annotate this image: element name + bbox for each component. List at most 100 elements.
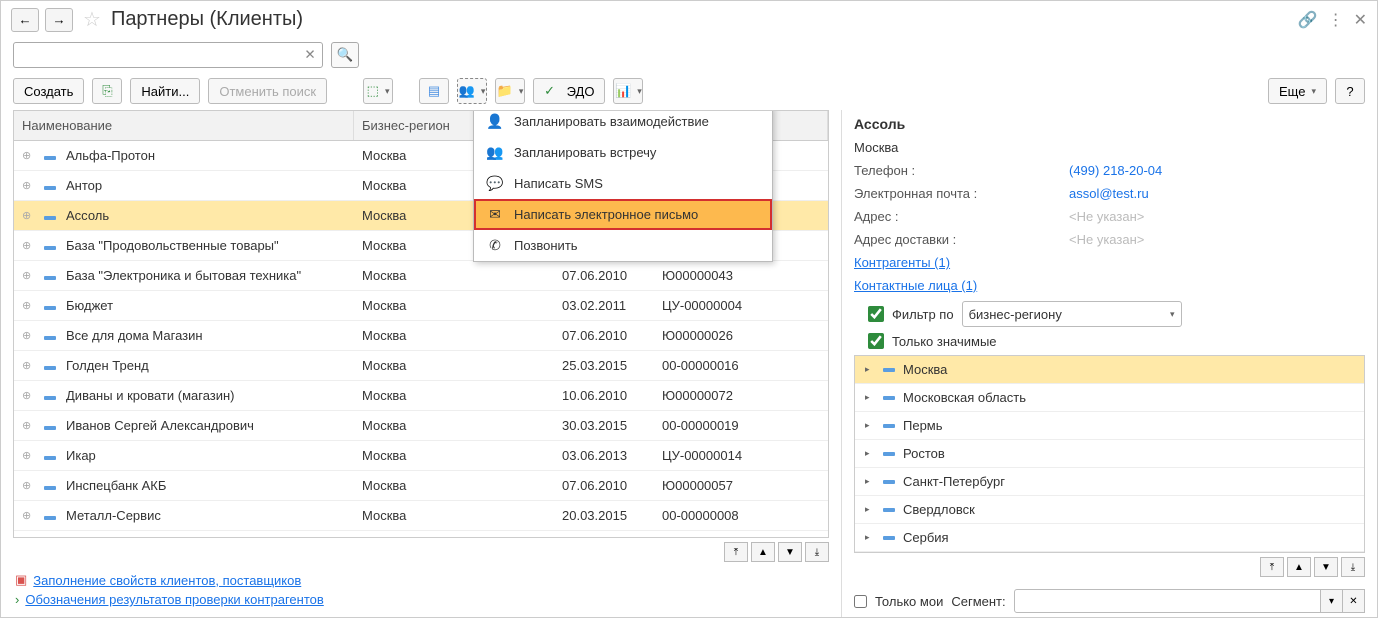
tree-button[interactable]: ⬚ bbox=[363, 78, 393, 104]
contragents-link[interactable]: Контрагенты (1) bbox=[854, 255, 1365, 270]
region-nav-bottom[interactable]: ⤓ bbox=[1341, 557, 1365, 577]
expand-icon[interactable]: ⊕ bbox=[14, 504, 36, 527]
search-button[interactable]: 🔍 bbox=[331, 42, 359, 68]
people-button[interactable]: 👥 bbox=[457, 78, 487, 104]
phone-link[interactable]: (499) 218-20-04 bbox=[1069, 163, 1162, 178]
expand-icon[interactable]: ⊕ bbox=[14, 144, 36, 167]
row-icon bbox=[36, 293, 58, 318]
cancel-search-button[interactable]: Отменить поиск bbox=[208, 78, 327, 104]
table-row[interactable]: ⊕БюджетМосква03.02.2011ЦУ-00000004 bbox=[14, 291, 828, 321]
row-name: Ассоль bbox=[58, 203, 354, 228]
folder-button[interactable]: 📁 bbox=[495, 78, 525, 104]
favorite-icon[interactable]: ☆ bbox=[83, 7, 101, 32]
region-item[interactable]: ▸Московская область bbox=[855, 384, 1364, 412]
menu-plan-interaction[interactable]: 👤 Запланировать взаимодействие bbox=[474, 110, 772, 137]
close-icon[interactable]: ✕ bbox=[1354, 10, 1367, 30]
menu-call[interactable]: ✆ Позвонить bbox=[474, 230, 772, 261]
more-button[interactable]: Еще bbox=[1268, 78, 1327, 104]
help-button[interactable]: ? bbox=[1335, 78, 1365, 104]
clear-search-button[interactable]: ✕ bbox=[301, 46, 319, 64]
edo-button[interactable]: ✓ ЭДО bbox=[533, 78, 605, 104]
contacts-link[interactable]: Контактные лица (1) bbox=[854, 278, 1365, 293]
expand-icon[interactable]: ⊕ bbox=[14, 474, 36, 497]
report-button[interactable]: 📊 bbox=[613, 78, 643, 104]
region-nav-up[interactable]: ▲ bbox=[1287, 557, 1311, 577]
table-row[interactable]: ⊕ИкарМосква03.06.2013ЦУ-00000014 bbox=[14, 441, 828, 471]
expand-icon[interactable]: ⊕ bbox=[14, 234, 36, 257]
nav-top-button[interactable]: ⤒ bbox=[724, 542, 748, 562]
nav-bottom-button[interactable]: ⤓ bbox=[805, 542, 829, 562]
region-icon bbox=[883, 508, 895, 512]
expand-icon[interactable]: ⊕ bbox=[14, 414, 36, 437]
menu-plan-meeting[interactable]: 👥 Запланировать встречу bbox=[474, 137, 772, 168]
row-code: 00-00000016 bbox=[654, 353, 828, 378]
segment-clear-button[interactable]: ✕ bbox=[1343, 589, 1365, 613]
table-row[interactable]: ⊕Голден ТрендМосква25.03.201500-00000016 bbox=[14, 351, 828, 381]
region-nav-buttons: ⤒ ▲ ▼ ⤓ bbox=[854, 553, 1365, 581]
email-link[interactable]: assol@test.ru bbox=[1069, 186, 1149, 201]
row-icon bbox=[36, 473, 58, 498]
region-item[interactable]: ▸Ростов bbox=[855, 440, 1364, 468]
region-item[interactable]: ▸Пермь bbox=[855, 412, 1364, 440]
table-row[interactable]: ⊕Диваны и кровати (магазин)Москва10.06.2… bbox=[14, 381, 828, 411]
expand-icon[interactable]: ⊕ bbox=[14, 204, 36, 227]
table-row[interactable]: ⊕Инспецбанк АКБМосква07.06.2010Ю00000057 bbox=[14, 471, 828, 501]
table-row[interactable]: ⊕Металл-СервисМосква20.03.201500-0000000… bbox=[14, 501, 828, 531]
row-region: Москва bbox=[354, 293, 554, 318]
menu-write-email[interactable]: ✉ Написать электронное письмо bbox=[474, 199, 772, 230]
chevron-right-icon: ▸ bbox=[865, 364, 875, 375]
back-button[interactable]: ← bbox=[11, 8, 39, 32]
only-mine-checkbox[interactable] bbox=[854, 595, 867, 608]
menu-write-sms[interactable]: 💬 Написать SMS bbox=[474, 168, 772, 199]
chevron-right-icon: ▸ bbox=[865, 532, 875, 543]
col-header-name[interactable]: Наименование bbox=[14, 111, 354, 140]
nav-up-button[interactable]: ▲ bbox=[751, 542, 775, 562]
expand-icon[interactable]: ⊕ bbox=[14, 384, 36, 407]
row-icon bbox=[36, 323, 58, 348]
expand-icon[interactable]: ⊕ bbox=[14, 294, 36, 317]
people-icon: 👥 bbox=[486, 144, 504, 161]
row-date: 07.06.2010 bbox=[554, 473, 654, 498]
find-button[interactable]: Найти... bbox=[130, 78, 200, 104]
row-name: Бюджет bbox=[58, 293, 354, 318]
row-date: 10.06.2010 bbox=[554, 383, 654, 408]
create-button[interactable]: Создать bbox=[13, 78, 84, 104]
filter-by-checkbox[interactable] bbox=[868, 306, 884, 322]
search-input[interactable] bbox=[13, 42, 323, 68]
table-row[interactable]: ⊕Все для дома МагазинМосква07.06.2010Ю00… bbox=[14, 321, 828, 351]
region-item[interactable]: ▸Сербия bbox=[855, 524, 1364, 552]
expand-icon[interactable]: ⊕ bbox=[14, 354, 36, 377]
fill-clients-link[interactable]: Заполнение свойств клиентов, поставщиков bbox=[33, 573, 301, 588]
expand-icon[interactable]: ⊕ bbox=[14, 324, 36, 347]
segment-dropdown-button[interactable]: ▾ bbox=[1321, 589, 1343, 613]
region-name: Пермь bbox=[903, 418, 943, 433]
filter-by-label: Фильтр по bbox=[892, 307, 954, 322]
forward-button[interactable]: → bbox=[45, 8, 73, 32]
row-code: 00-00000008 bbox=[654, 503, 828, 528]
filter-by-select[interactable]: бизнес-региону bbox=[962, 301, 1182, 327]
only-significant-checkbox[interactable] bbox=[868, 333, 884, 349]
region-item[interactable]: ▸Москва bbox=[855, 356, 1364, 384]
region-item[interactable]: ▸Свердловск bbox=[855, 496, 1364, 524]
copy-button[interactable]: ⎘ bbox=[92, 78, 122, 104]
expand-icon[interactable]: ⊕ bbox=[14, 444, 36, 467]
kebab-menu-icon[interactable]: ⋮ bbox=[1328, 10, 1344, 30]
chevron-right-icon: ▸ bbox=[865, 448, 875, 459]
row-region: Москва bbox=[354, 473, 554, 498]
check-results-link[interactable]: Обозначения результатов проверки контраг… bbox=[25, 592, 323, 607]
expand-icon[interactable]: ⊕ bbox=[14, 264, 36, 287]
link-icon[interactable]: 🔗 bbox=[1298, 10, 1318, 30]
expand-icon[interactable]: ⊕ bbox=[14, 174, 36, 197]
segment-input[interactable] bbox=[1014, 589, 1321, 613]
table-row[interactable]: ⊕Иванов Сергей АлександровичМосква30.03.… bbox=[14, 411, 828, 441]
region-item[interactable]: ▸Санкт-Петербург bbox=[855, 468, 1364, 496]
row-code: Ю00000026 bbox=[654, 323, 828, 348]
table-row[interactable]: ⊕База "Электроника и бытовая техника"Мос… bbox=[14, 261, 828, 291]
region-nav-down[interactable]: ▼ bbox=[1314, 557, 1338, 577]
list-button[interactable]: ▤ bbox=[419, 78, 449, 104]
row-code: ЦУ-00000004 bbox=[654, 293, 828, 318]
row-name: Икар bbox=[58, 443, 354, 468]
nav-down-button[interactable]: ▼ bbox=[778, 542, 802, 562]
region-nav-top[interactable]: ⤒ bbox=[1260, 557, 1284, 577]
region-icon bbox=[883, 424, 895, 428]
